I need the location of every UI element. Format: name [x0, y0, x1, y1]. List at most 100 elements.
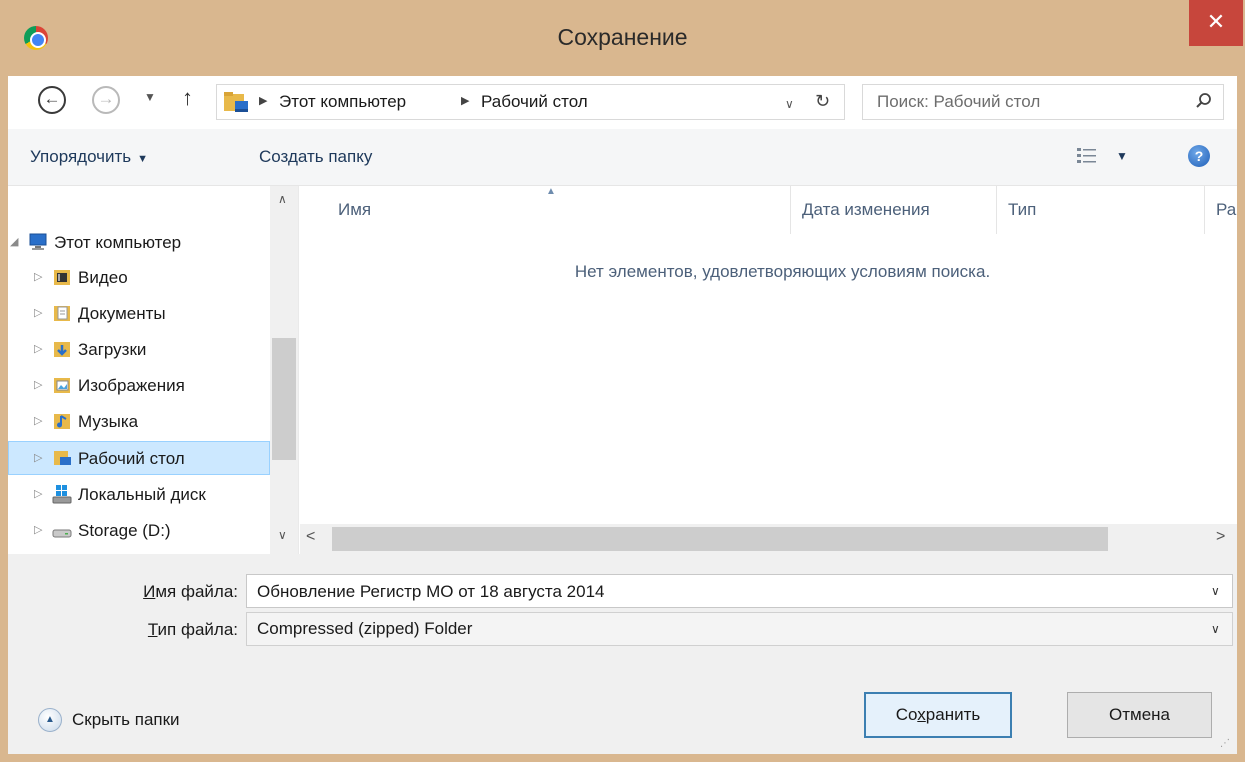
column-header-name[interactable]: Имя — [338, 200, 371, 220]
tree-item-music[interactable]: ▷ Музыка — [8, 405, 270, 439]
filename-label-accel: И — [143, 582, 156, 601]
tree-item-label: Этот компьютер — [54, 233, 182, 252]
save-form: Имя файла: ∨ Тип файла: Compressed (zipp… — [8, 554, 1237, 754]
desktop-folder-icon — [54, 451, 71, 465]
expander-icon[interactable]: ▷ — [34, 270, 42, 283]
scroll-up-icon[interactable]: ∧ — [278, 192, 287, 206]
save-label-accel: х — [917, 705, 926, 724]
address-dropdown-icon[interactable]: ∨ — [785, 97, 794, 111]
close-button[interactable]: ✕ — [1189, 0, 1243, 46]
scroll-down-icon[interactable]: ∨ — [278, 528, 287, 542]
cancel-button[interactable]: Отмена — [1067, 692, 1212, 738]
column-divider[interactable] — [996, 186, 997, 234]
hide-folders-label: Скрыть папки — [72, 710, 180, 729]
search-box[interactable] — [862, 84, 1224, 120]
scrollbar-thumb[interactable] — [272, 338, 296, 460]
view-dropdown-icon[interactable]: ▼ — [1116, 149, 1128, 163]
expander-icon[interactable]: ▷ — [34, 523, 42, 536]
expander-icon[interactable]: ◢ — [10, 235, 18, 248]
window-title: Сохранение — [557, 24, 688, 50]
breadcrumb-separator: ▶ — [259, 95, 268, 107]
save-label-pre: Со — [895, 705, 918, 724]
windows-drive-icon — [52, 485, 72, 504]
tree-item-local-disk[interactable]: ▷ Локальный диск — [8, 478, 270, 512]
video-folder-icon — [54, 270, 70, 285]
scroll-right-icon[interactable]: > — [1216, 528, 1225, 546]
scroll-left-icon[interactable]: < — [306, 528, 315, 546]
forward-button[interactable]: → — [92, 86, 120, 114]
recent-locations-button[interactable]: ▼ — [144, 90, 156, 104]
tree-item-label: Документы — [78, 304, 166, 323]
new-folder-button[interactable]: Создать папку — [259, 147, 372, 167]
filename-label-text: мя файла: — [155, 582, 238, 601]
refresh-button[interactable]: ↻ — [815, 91, 830, 112]
filename-label: Имя файла: — [48, 582, 238, 602]
chevron-down-icon: ▼ — [137, 153, 149, 165]
navigation-bar: ← → ▼ ↑ ▶ Этот компьютер ▶ Рабочий стол … — [8, 76, 1237, 129]
nav-pane-scrollbar[interactable]: ∧ ∨ — [270, 186, 298, 554]
expander-icon[interactable]: ▷ — [34, 378, 42, 391]
filename-input[interactable] — [257, 581, 1197, 603]
column-header-size[interactable]: Ра — [1216, 200, 1236, 220]
back-button[interactable]: ← — [38, 86, 66, 114]
filetype-label: Тип файла: — [48, 620, 238, 640]
dialog-client: ← → ▼ ↑ ▶ Этот компьютер ▶ Рабочий стол … — [8, 76, 1237, 754]
tree-item-pictures[interactable]: ▷ Изображения — [8, 369, 270, 403]
expander-icon[interactable]: ▷ — [34, 342, 42, 355]
organize-button[interactable]: Упорядочить ▼ — [30, 147, 148, 167]
pictures-folder-icon — [54, 378, 70, 393]
view-options-icon[interactable] — [1076, 146, 1098, 166]
file-list-hscrollbar[interactable]: < > — [300, 524, 1237, 554]
column-divider[interactable] — [1204, 186, 1205, 234]
navigation-pane: ◢ Этот компьютер ▷ Видео ▷ Документы ▷ З… — [8, 186, 299, 554]
address-bar[interactable]: ▶ Этот компьютер ▶ Рабочий стол ∨ ↻ — [216, 84, 845, 120]
tree-item-label: Музыка — [78, 412, 139, 431]
expander-icon[interactable]: ▷ — [34, 306, 42, 319]
filename-dropdown-icon[interactable]: ∨ — [1211, 584, 1220, 598]
downloads-folder-icon — [54, 342, 70, 357]
dialog-window: Сохранение ✕ ← → ▼ ↑ ▶ Этот компьютер ▶ … — [0, 0, 1245, 762]
tree-item-storage[interactable]: ▷ Storage (D:) — [8, 514, 270, 548]
collapse-icon: ▲ — [38, 708, 62, 732]
tree-item-label: Загрузки — [78, 340, 147, 359]
resize-grip-icon[interactable]: ⋰ — [1220, 738, 1230, 749]
expander-icon[interactable]: ▷ — [34, 414, 42, 427]
help-icon[interactable]: ? — [1188, 145, 1210, 167]
title-bar[interactable]: Сохранение ✕ — [0, 0, 1245, 76]
organize-label: Упорядочить — [30, 147, 132, 166]
breadcrumb-desktop[interactable]: Рабочий стол — [481, 92, 588, 112]
tree-item-downloads[interactable]: ▷ Загрузки — [8, 333, 270, 367]
music-folder-icon — [54, 414, 70, 429]
expander-icon[interactable]: ▷ — [34, 487, 42, 500]
tree-item-this-pc[interactable]: ◢ Этот компьютер — [8, 226, 270, 260]
drive-icon — [52, 529, 72, 538]
tree-item-label: Видео — [78, 268, 128, 287]
filetype-select[interactable]: Compressed (zipped) Folder ∨ — [246, 612, 1233, 646]
up-button[interactable]: ↑ — [182, 85, 193, 111]
filename-field[interactable]: ∨ — [246, 574, 1233, 608]
breadcrumb-this-pc[interactable]: Этот компьютер — [279, 92, 406, 112]
tree-item-desktop[interactable]: ▷ Рабочий стол — [8, 441, 270, 475]
search-input[interactable] — [877, 91, 1177, 113]
save-label-post: ранить — [925, 705, 981, 724]
command-toolbar: Упорядочить ▼ Создать папку ▼ ? — [8, 129, 1237, 186]
desktop-folder-icon — [224, 92, 248, 112]
column-header-type[interactable]: Тип — [1008, 200, 1036, 220]
column-header-date[interactable]: Дата изменения — [802, 200, 930, 220]
empty-list-message: Нет элементов, удовлетворяющих условиям … — [574, 262, 991, 281]
tree-item-label: Изображения — [78, 376, 185, 395]
search-icon[interactable] — [1193, 90, 1215, 112]
breadcrumb-separator: ▶ — [461, 95, 470, 107]
filetype-value: Compressed (zipped) Folder — [257, 619, 473, 638]
scrollbar-thumb[interactable] — [332, 527, 1108, 551]
tree-item-video[interactable]: ▷ Видео — [8, 261, 270, 295]
file-list: ▲ Имя Дата изменения Тип Ра Нет элементо… — [300, 186, 1237, 554]
filetype-dropdown-icon[interactable]: ∨ — [1211, 622, 1220, 636]
expander-icon[interactable]: ▷ — [34, 451, 42, 464]
tree-item-label: Рабочий стол — [78, 449, 185, 468]
save-button[interactable]: Сохранить — [864, 692, 1012, 738]
tree-item-documents[interactable]: ▷ Документы — [8, 297, 270, 331]
tree-item-label: Storage (D:) — [78, 521, 171, 540]
tree-item-label: Локальный диск — [78, 485, 206, 504]
column-divider[interactable] — [790, 186, 791, 234]
